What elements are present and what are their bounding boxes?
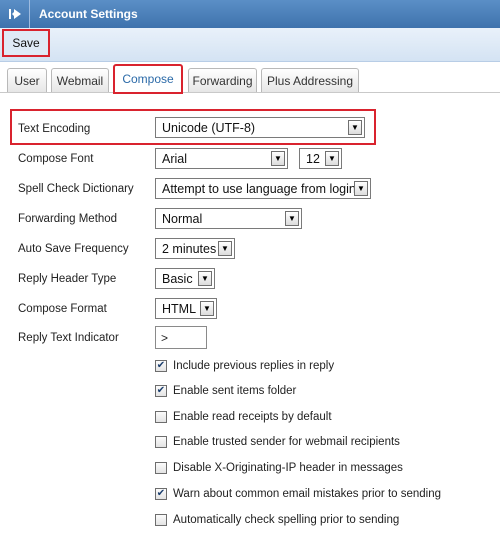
tab-webmail[interactable]: Webmail [51, 68, 109, 92]
chevron-down-icon: ▼ [348, 120, 362, 135]
reply-header-label: Reply Header Type [18, 273, 117, 285]
compose-font-select[interactable]: Arial ▼ [155, 148, 288, 169]
checkbox-auto-spellcheck[interactable]: Automatically check spelling prior to se… [155, 512, 399, 528]
auto-save-label: Auto Save Frequency [18, 243, 129, 255]
checkbox-unchecked-icon[interactable] [155, 462, 167, 474]
checkbox-read-receipts[interactable]: Enable read receipts by default [155, 409, 332, 425]
checkbox-unchecked-icon[interactable] [155, 436, 167, 448]
collapse-left-icon[interactable] [0, 0, 30, 28]
tab-user[interactable]: User [7, 68, 47, 92]
checkbox-sent-items[interactable]: ✔ Enable sent items folder [155, 383, 296, 399]
reply-indicator-input[interactable]: > [155, 326, 207, 349]
compose-format-select[interactable]: HTML ▼ [155, 298, 217, 319]
forwarding-method-label: Forwarding Method [18, 213, 118, 225]
chevron-down-icon: ▼ [200, 301, 214, 316]
auto-save-select[interactable]: 2 minutes ▼ [155, 238, 235, 259]
checkbox-include-replies[interactable]: ✔ Include previous replies in reply [155, 358, 334, 374]
compose-format-label: Compose Format [18, 303, 107, 315]
chevron-down-icon: ▼ [325, 151, 339, 166]
tab-plus-addressing[interactable]: Plus Addressing [261, 68, 359, 92]
checkbox-checked-icon[interactable]: ✔ [155, 385, 167, 397]
tab-forwarding[interactable]: Forwarding [188, 68, 257, 92]
toolbar [0, 28, 500, 62]
forwarding-method-value: Normal [162, 211, 203, 226]
chevron-down-icon: ▼ [285, 211, 299, 226]
spell-check-label: Spell Check Dictionary [18, 183, 134, 195]
checkbox-disable-originating-ip[interactable]: Disable X-Originating-IP header in messa… [155, 460, 403, 476]
compose-format-value: HTML [162, 301, 197, 316]
text-encoding-value: Unicode (UTF-8) [162, 120, 256, 135]
reply-header-select[interactable]: Basic ▼ [155, 268, 215, 289]
checkbox-trusted-sender[interactable]: Enable trusted sender for webmail recipi… [155, 434, 400, 450]
spell-check-value: Attempt to use language from login [162, 181, 356, 196]
chevron-down-icon: ▼ [218, 241, 232, 256]
checkbox-checked-icon[interactable]: ✔ [155, 360, 167, 372]
auto-save-value: 2 minutes [162, 241, 217, 256]
spell-check-select[interactable]: Attempt to use language from login ▼ [155, 178, 371, 199]
text-encoding-select[interactable]: Unicode (UTF-8) ▼ [155, 117, 365, 138]
chevron-down-icon: ▼ [354, 181, 368, 196]
checkbox-checked-icon[interactable]: ✔ [155, 488, 167, 500]
chevron-down-icon: ▼ [271, 151, 285, 166]
reply-header-value: Basic [162, 271, 193, 286]
checkbox-unchecked-icon[interactable] [155, 411, 167, 423]
tab-divider [0, 92, 500, 93]
checkbox-warn-mistakes[interactable]: ✔ Warn about common email mistakes prior… [155, 486, 441, 502]
reply-indicator-label: Reply Text Indicator [18, 332, 119, 344]
forwarding-method-select[interactable]: Normal ▼ [155, 208, 302, 229]
font-size-value: 12 [306, 151, 320, 166]
title-bar: Account Settings [0, 0, 500, 28]
tab-compose[interactable]: Compose [113, 64, 183, 94]
compose-font-label: Compose Font [18, 153, 94, 165]
chevron-down-icon: ▼ [198, 271, 212, 286]
compose-font-value: Arial [162, 151, 188, 166]
page-title: Account Settings [39, 7, 138, 21]
checkbox-unchecked-icon[interactable] [155, 514, 167, 526]
font-size-select[interactable]: 12 ▼ [299, 148, 342, 169]
save-button[interactable]: Save [2, 29, 50, 57]
